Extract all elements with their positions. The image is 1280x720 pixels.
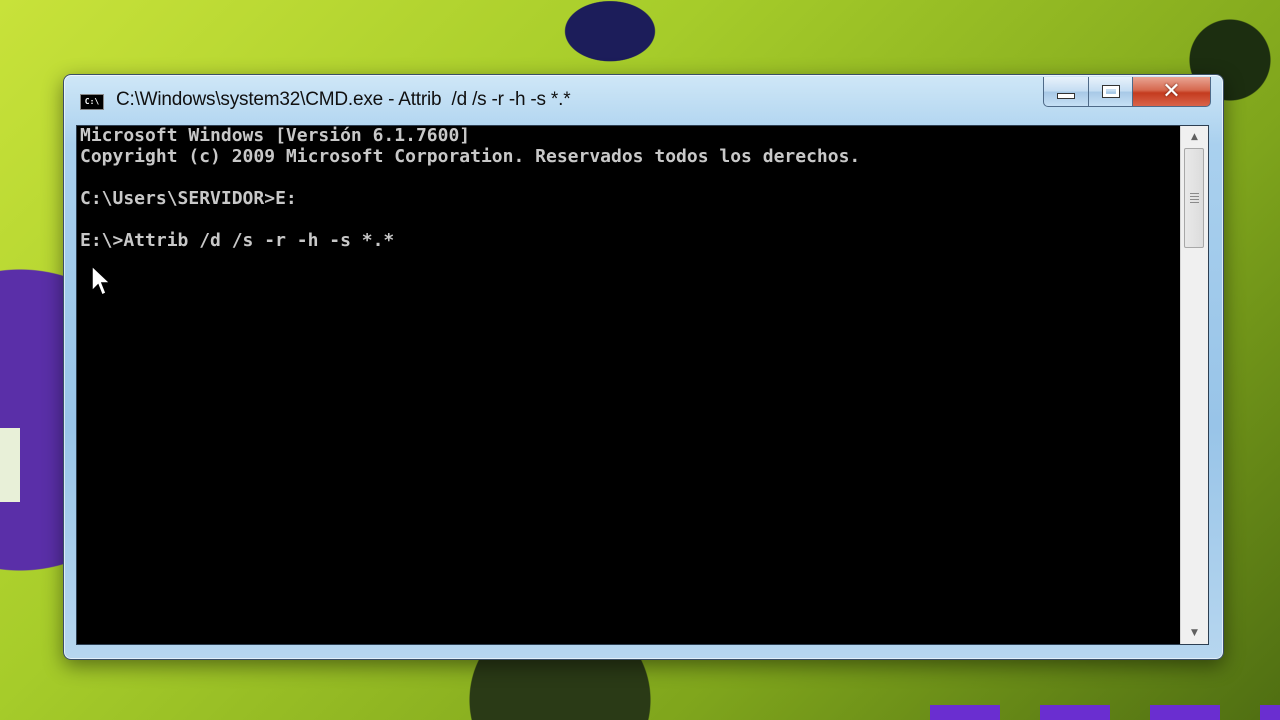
scroll-down-button[interactable]: ▼ [1181,622,1208,644]
close-button[interactable]: ✕ [1133,77,1211,107]
console-screen[interactable]: Microsoft Windows [Versión 6.1.7600] Cop… [77,126,1180,644]
close-icon: ✕ [1162,79,1181,104]
console-line: Copyright (c) 2009 Microsoft Corporation… [80,146,861,167]
cmd-app-icon[interactable]: C:\ [80,94,104,110]
mouse-pointer-icon [91,265,112,297]
console-area[interactable]: Microsoft Windows [Versión 6.1.7600] Cop… [76,125,1209,645]
scroll-up-button[interactable]: ▲ [1181,126,1208,148]
title-bar[interactable]: C:\ C:\Windows\system32\CMD.exe - Attrib… [64,75,1223,125]
console-line: C:\Users\SERVIDOR>E: [80,188,297,209]
background-shape [0,428,20,502]
console-line: E:\>Attrib /d /s -r -h -s *.* [80,230,395,251]
scroll-grip-icon [1190,193,1199,205]
background-purple-graffiti [930,705,1280,720]
scroll-thumb[interactable] [1184,148,1204,248]
window-title: C:\Windows\system32\CMD.exe - Attrib /d … [116,89,571,110]
minimize-icon [1057,92,1075,99]
maximize-icon [1102,86,1119,97]
vertical-scrollbar[interactable]: ▲ ▼ [1180,126,1208,644]
maximize-button[interactable] [1089,77,1133,107]
cmd-window: C:\ C:\Windows\system32\CMD.exe - Attrib… [63,74,1224,660]
background-ink-splat [540,0,680,78]
window-controls: ✕ [1043,77,1211,107]
console-line: Microsoft Windows [Versión 6.1.7600] [80,125,471,146]
minimize-button[interactable] [1043,77,1089,107]
